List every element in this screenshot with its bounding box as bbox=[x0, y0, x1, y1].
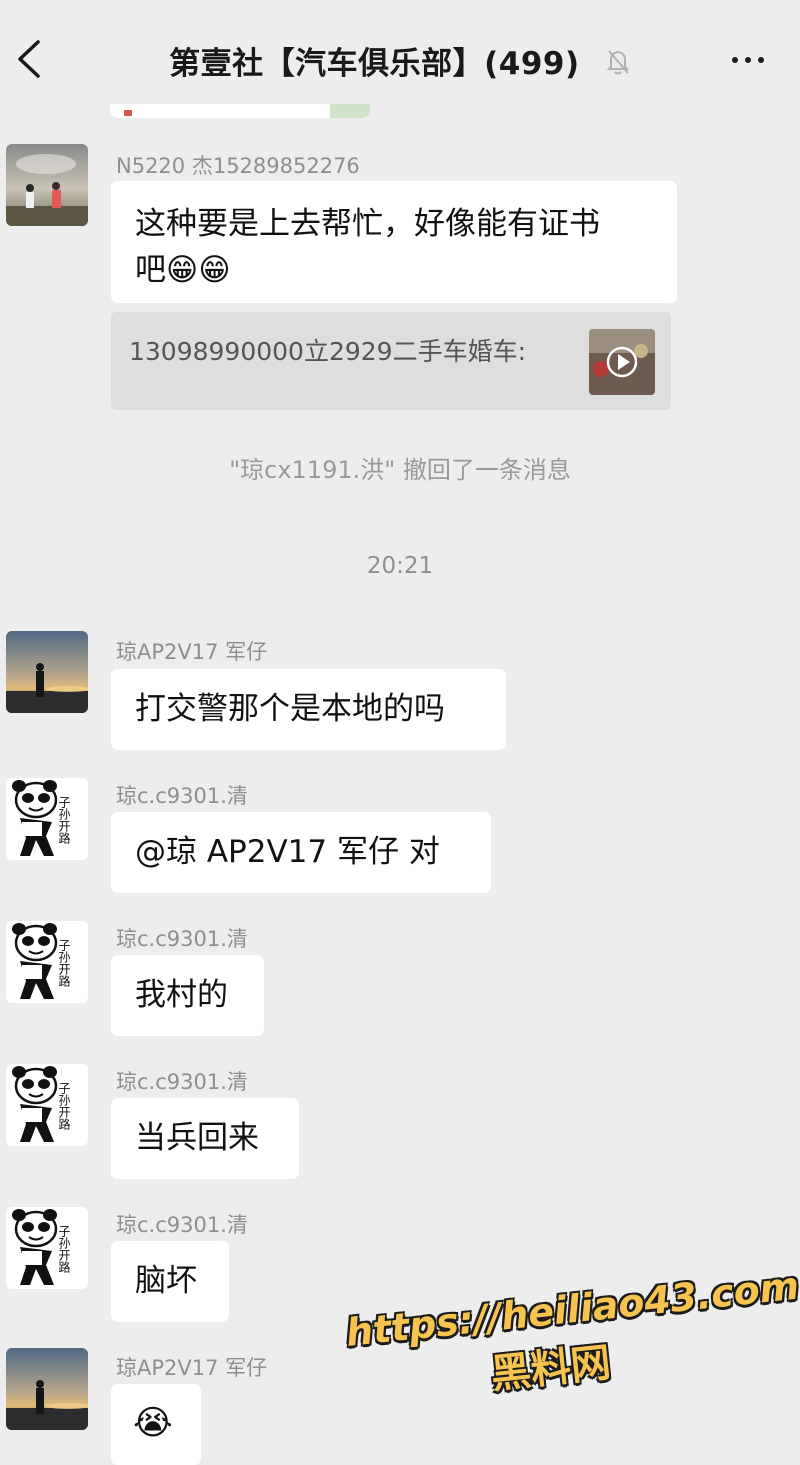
svg-text:子孙开路: 子孙开路 bbox=[57, 939, 71, 988]
message-text: @琼 AP2V17 军仔 对 bbox=[135, 834, 440, 870]
emoji-message: 😭 bbox=[133, 1403, 173, 1443]
message-text: 我村的 bbox=[135, 977, 228, 1013]
chat-title-row: 第壹社【汽车俱乐部】(499) bbox=[0, 38, 800, 84]
sender-name: 琼AP2V17 军仔 bbox=[116, 1356, 268, 1380]
more-button[interactable] bbox=[726, 44, 770, 74]
message-text: 脑坏 bbox=[135, 1263, 197, 1299]
recall-notice: "琼cx1191.洪" 撤回了一条消息 bbox=[229, 456, 571, 484]
message-bubble[interactable]: 我村的 bbox=[111, 955, 264, 1036]
avatar-panda[interactable]: 子孙开路 bbox=[6, 921, 88, 1003]
message-text-line: 这种要是上去帮忙，好像能有证书 bbox=[135, 206, 600, 242]
timestamp: 20:21 bbox=[366, 553, 434, 579]
message-text: 当兵回来 bbox=[135, 1120, 259, 1156]
svg-text:子孙开路: 子孙开路 bbox=[57, 1225, 71, 1274]
message-bubble[interactable]: @琼 AP2V17 军仔 对 bbox=[111, 812, 491, 893]
chat-title: 第壹社【汽车俱乐部】(499) bbox=[169, 46, 580, 82]
sender-name: 琼c.c9301.清 bbox=[116, 1213, 248, 1237]
video-thumbnail[interactable] bbox=[589, 329, 655, 395]
sender-name: 琼c.c9301.清 bbox=[116, 784, 248, 808]
message-bubble[interactable]: 打交警那个是本地的吗 bbox=[111, 669, 506, 750]
svg-text:子孙开路: 子孙开路 bbox=[57, 796, 71, 845]
avatar-sunset[interactable] bbox=[6, 631, 88, 713]
message-text: 打交警那个是本地的吗 bbox=[135, 691, 445, 727]
message-bubble[interactable]: 😭 bbox=[111, 1384, 201, 1465]
chat-header: 第壹社【汽车俱乐部】(499) bbox=[0, 0, 800, 118]
quoted-text: 13098990000立2929二手车婚车: bbox=[129, 337, 527, 366]
message-bubble[interactable]: 脑坏 bbox=[111, 1241, 229, 1322]
avatar-couple[interactable] bbox=[6, 144, 88, 226]
message-bubble[interactable]: 当兵回来 bbox=[111, 1098, 299, 1179]
avatar-panda[interactable]: 子孙开路 bbox=[6, 1207, 88, 1289]
watermark: https://heiliao43.com 黑料网 bbox=[344, 1264, 800, 1414]
sender-name: 琼AP2V17 军仔 bbox=[116, 640, 268, 664]
previous-message-fragment bbox=[110, 104, 370, 118]
sender-name: 琼c.c9301.清 bbox=[116, 927, 248, 951]
avatar-sunset[interactable] bbox=[6, 1348, 88, 1430]
message-bubble[interactable]: 这种要是上去帮忙，好像能有证书 吧😁😁 bbox=[111, 181, 677, 303]
bell-off-icon bbox=[605, 48, 631, 84]
svg-text:子孙开路: 子孙开路 bbox=[57, 1082, 71, 1131]
sender-name: 琼c.c9301.清 bbox=[116, 1070, 248, 1094]
avatar-panda[interactable]: 子孙开路 bbox=[6, 778, 88, 860]
avatar-panda[interactable]: 子孙开路 bbox=[6, 1064, 88, 1146]
sender-name: N5220 杰15289852276 bbox=[116, 154, 360, 178]
message-text-line: 吧😁😁 bbox=[135, 252, 231, 288]
quoted-message[interactable]: 13098990000立2929二手车婚车: bbox=[111, 312, 671, 410]
